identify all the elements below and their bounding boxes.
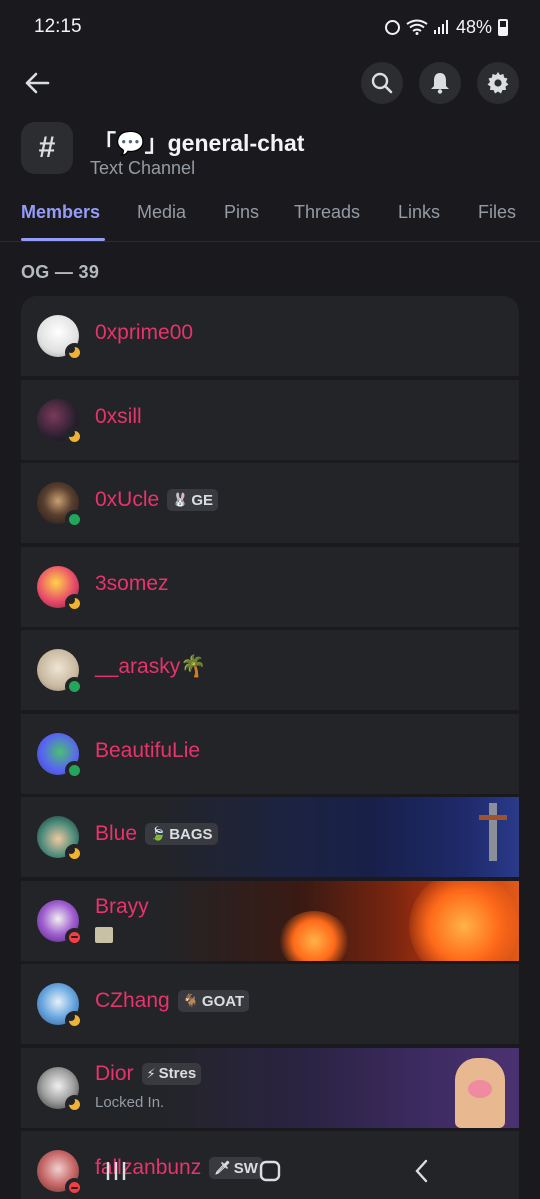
channel-hashtag-lock-icon: # [21,122,73,174]
member-row[interactable]: CZhang 🐐 GOAT [21,964,519,1044]
channel-header: # 「💬」general-chat Text Channel [21,122,521,182]
top-bar [0,60,540,106]
fire-decoration [279,910,349,961]
signal-icon [433,20,450,34]
recent-apps-button[interactable] [96,1151,136,1191]
member-row[interactable]: 0xUcle 🐰 GE [21,463,519,543]
member-name: __arasky🌴 [95,655,207,678]
system-back-button[interactable] [402,1151,442,1191]
online-status-icon [65,510,84,529]
member-name: 0xprime00 [95,321,194,344]
avatar [37,732,84,780]
member-row[interactable]: BeautifuLie [21,713,519,794]
member-row[interactable]: 0xsill [21,379,519,460]
role-section-header: OG — 39 [21,262,100,282]
server-tag: 🐰 GE [167,489,219,511]
tag-emoji: 🍃 [150,826,167,841]
member-name: BeautifuLie [95,738,201,762]
profile-banner [159,1047,519,1128]
member-name: 3somez [95,571,169,595]
member-list: 0xprime00 0xsill 0xUcle 🐰 GE 3somez __ara… [21,296,519,1199]
tab-pins[interactable]: Pins [224,202,259,223]
status-time: 12:15 [34,16,82,37]
custom-status: Locked In. [95,1093,165,1111]
status-bar: 12:15 48% [0,0,540,54]
home-icon [259,1160,281,1182]
system-navigation-bar [0,1141,540,1199]
tag-emoji: 🐰 [172,492,189,507]
member-name: CZhang [95,989,170,1012]
server-tag: ⚡ Stres [141,1062,202,1085]
member-row[interactable]: 3somez [21,546,519,627]
member-row[interactable]: 0xprime00 [21,296,519,376]
avatar [37,398,84,446]
settings-button[interactable] [477,62,519,104]
search-button[interactable] [361,62,403,104]
battery-percent: 48% [455,16,492,37]
tab-media[interactable]: Media [137,202,186,223]
idle-status-icon [65,593,84,613]
channel-title: 「💬」general-chat [93,130,305,156]
member-name: Dior [95,1061,134,1085]
member-row[interactable]: Brayy [21,880,519,961]
idle-status-icon [65,1011,84,1030]
cat-paw-decoration [455,1057,505,1128]
profile-banner [159,880,519,961]
back-button[interactable] [18,64,56,102]
idle-status-icon [65,426,84,446]
recent-apps-icon [106,1162,126,1180]
member-row[interactable]: __arasky🌴 [21,630,519,710]
battery-icon [498,18,508,36]
member-name: 0xsill [95,404,142,428]
member-name: Brayy [95,894,149,918]
tab-members[interactable]: Members [21,202,100,223]
profile-badge-icon [95,926,113,943]
active-tab-indicator [21,238,105,241]
idle-status-icon [65,844,84,863]
wifi-icon [406,19,428,35]
tab-threads[interactable]: Threads [294,202,360,223]
search-icon [371,72,393,94]
member-row[interactable]: Blue 🍃 BAGS [21,797,519,877]
member-row[interactable]: Dior ⚡ Stres Locked In. [21,1047,519,1128]
member-name: 0xUcle [95,488,160,511]
hashtag-glyph: # [38,131,56,164]
channel-subtitle: Text Channel [90,158,196,178]
status-icons: 48% [384,16,508,38]
online-status-icon [65,677,84,696]
avatar [37,816,84,863]
channel-tabs: Members Media Pins Threads Links Files [0,196,540,242]
tag-text: GOAT [201,992,245,1010]
server-tag: 🐐 GOAT [177,990,250,1012]
tag-emoji: 🐐 [182,993,199,1008]
idle-status-icon [65,1094,84,1114]
server-tag: 🍃 BAGS [145,823,218,845]
bell-icon [431,73,449,94]
tab-files[interactable]: Files [478,202,516,223]
sword-decoration [479,803,507,861]
avatar [37,983,84,1030]
avatar [37,315,84,362]
avatar [37,482,84,529]
member-name: Blue [95,822,138,845]
back-arrow-icon [25,72,50,94]
notifications-button[interactable] [419,62,461,104]
avatar [37,565,84,613]
alarm-icon [384,19,400,35]
tag-text: GE [191,491,214,509]
tag-text: BAGS [169,825,213,843]
avatar [37,649,84,696]
avatar [37,1066,84,1114]
home-button[interactable] [250,1151,290,1191]
tag-emoji: ⚡ [146,1065,156,1081]
gear-icon [487,72,509,94]
idle-status-icon [65,343,84,362]
avatar [37,899,84,947]
chevron-left-icon [415,1159,428,1183]
tag-text: Stres [158,1065,197,1082]
tab-links[interactable]: Links [398,202,440,223]
fire-decoration [409,880,519,961]
dnd-status-icon [65,927,84,947]
online-status-icon [65,760,84,780]
